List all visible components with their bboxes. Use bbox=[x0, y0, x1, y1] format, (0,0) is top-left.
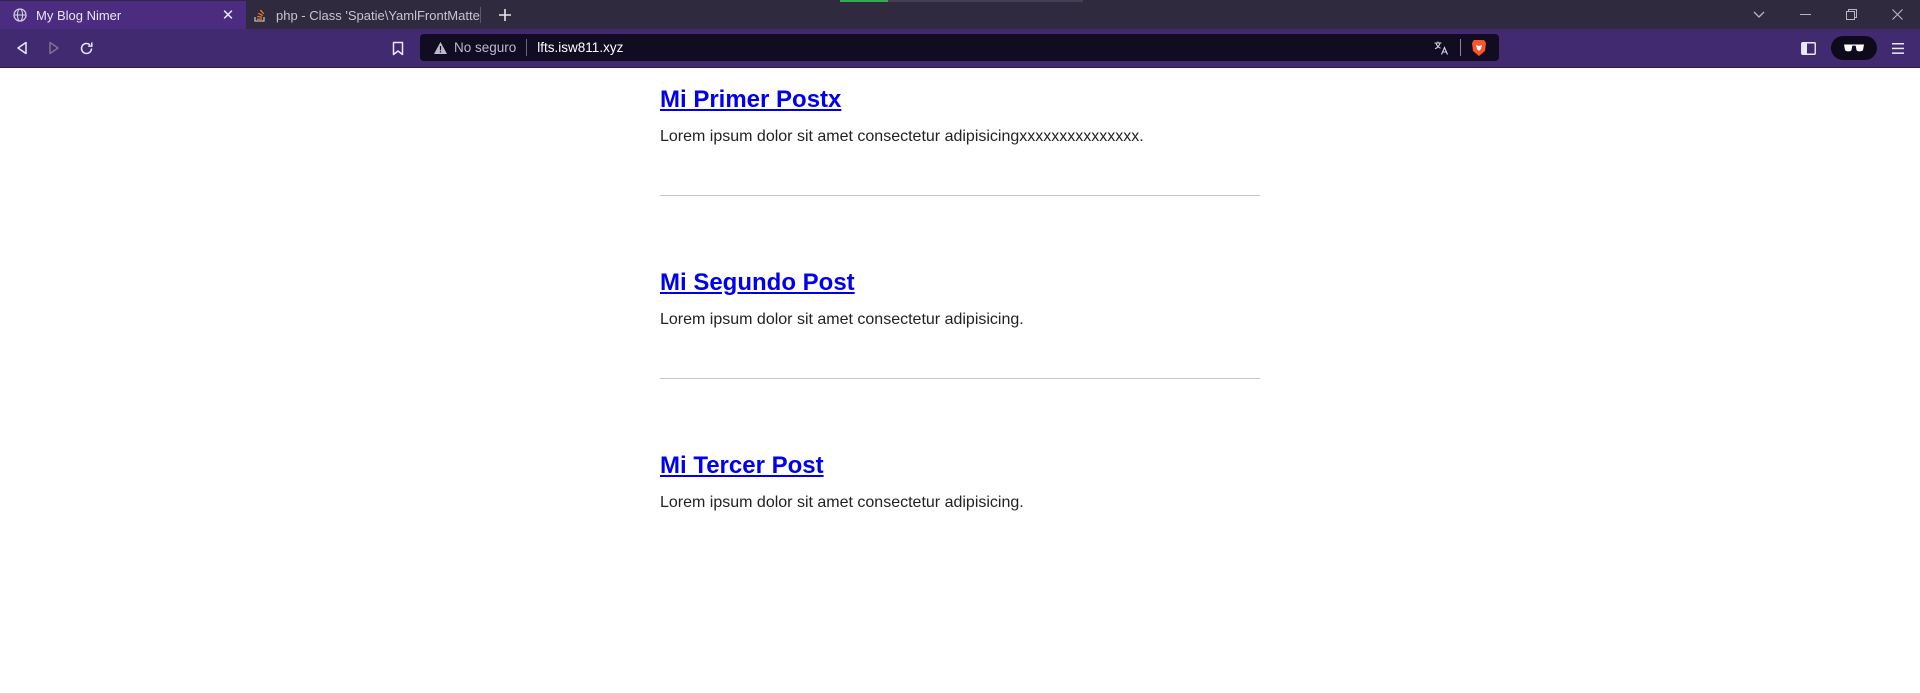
minimize-button[interactable] bbox=[1782, 0, 1828, 29]
tab-strip: My Blog Nimer ✕ php - Class 'Spatie\Yaml… bbox=[0, 0, 1920, 29]
post-excerpt: Lorem ipsum dolor sit amet consectetur a… bbox=[660, 494, 1024, 511]
restore-button[interactable] bbox=[1828, 0, 1874, 29]
back-button[interactable] bbox=[10, 36, 34, 60]
post-divider bbox=[660, 378, 1260, 379]
tab-php-spatie[interactable]: php - Class 'Spatie\YamlFrontMatter\Y bbox=[246, 1, 481, 29]
url-text[interactable]: lfts.isw811.xyz bbox=[537, 40, 623, 55]
tab-my-blog-nimer[interactable]: My Blog Nimer ✕ bbox=[0, 1, 246, 29]
bookmark-icon bbox=[392, 41, 404, 55]
post-title-link[interactable]: Mi Segundo Post bbox=[660, 269, 855, 296]
tab-search-button[interactable] bbox=[1736, 0, 1782, 29]
sidebar-icon bbox=[1800, 41, 1816, 55]
close-tab-icon[interactable]: ✕ bbox=[220, 7, 236, 24]
brave-shields-icon[interactable] bbox=[1469, 37, 1489, 59]
forward-button[interactable] bbox=[42, 36, 66, 60]
address-bar[interactable]: No seguro lfts.isw811.xyz bbox=[420, 34, 1499, 61]
post-item: Mi Primer Postx Lorem ipsum dolor sit am… bbox=[660, 84, 1260, 196]
hamburger-menu-icon bbox=[1892, 42, 1904, 54]
window-controls bbox=[1736, 0, 1920, 29]
tab-title: php - Class 'Spatie\YamlFrontMatter\Y bbox=[276, 7, 481, 23]
stackoverflow-icon bbox=[252, 7, 268, 23]
close-icon bbox=[1891, 9, 1903, 20]
bookmark-button[interactable] bbox=[386, 36, 410, 60]
tab-title: My Blog Nimer bbox=[36, 7, 122, 23]
post-title: Mi Segundo Post bbox=[660, 267, 1260, 299]
back-arrow-icon bbox=[17, 41, 27, 55]
new-tab-button[interactable] bbox=[494, 5, 516, 25]
post-title: Mi Primer Postx bbox=[660, 84, 1260, 116]
minimize-icon bbox=[1799, 13, 1811, 15]
post-item: Mi Tercer Post Lorem ipsum dolor sit ame… bbox=[660, 450, 1260, 515]
forward-arrow-icon bbox=[49, 41, 59, 55]
reload-button[interactable] bbox=[74, 36, 98, 60]
chevron-down-icon bbox=[1753, 11, 1765, 18]
plus-icon bbox=[499, 9, 511, 21]
tab-separator bbox=[480, 7, 481, 23]
post-title-link[interactable]: Mi Tercer Post bbox=[660, 452, 824, 479]
post-title: Mi Tercer Post bbox=[660, 450, 1260, 482]
post-title-link[interactable]: Mi Primer Postx bbox=[660, 86, 841, 113]
security-status-label[interactable]: No seguro bbox=[454, 40, 516, 55]
tab-loading-indicator bbox=[840, 0, 1083, 2]
post-excerpt: Lorem ipsum dolor sit amet consectetur a… bbox=[660, 128, 1144, 145]
globe-icon bbox=[12, 7, 28, 23]
close-window-button[interactable] bbox=[1874, 0, 1920, 29]
browser-toolbar: No seguro lfts.isw811.xyz bbox=[0, 29, 1920, 68]
omnibox-right-divider bbox=[1460, 39, 1461, 56]
restore-icon bbox=[1845, 9, 1857, 20]
post-excerpt: Lorem ipsum dolor sit amet consectetur a… bbox=[660, 311, 1024, 328]
post-divider bbox=[660, 195, 1260, 196]
extension-button[interactable] bbox=[1831, 36, 1877, 60]
menu-button[interactable] bbox=[1886, 36, 1910, 60]
sunglasses-icon bbox=[1844, 44, 1864, 52]
post-item: Mi Segundo Post Lorem ipsum dolor sit am… bbox=[660, 267, 1260, 379]
warning-icon[interactable] bbox=[432, 40, 448, 56]
omnibox-divider bbox=[526, 39, 528, 56]
translate-icon[interactable] bbox=[1430, 37, 1452, 59]
sidebar-toggle-button[interactable] bbox=[1796, 36, 1820, 60]
reload-icon bbox=[80, 42, 93, 54]
